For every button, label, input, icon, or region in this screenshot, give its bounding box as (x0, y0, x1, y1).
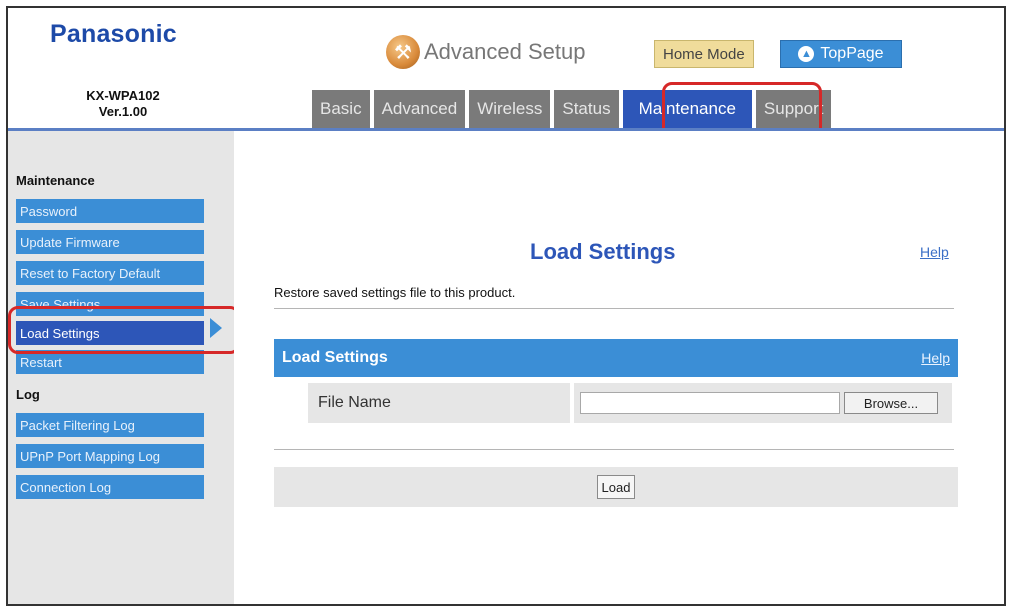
firmware-version: Ver.1.00 (98, 104, 148, 119)
sidebar-item-save-settings[interactable]: Save Settings (16, 292, 204, 316)
tab-support[interactable]: Support (755, 90, 832, 128)
active-item-arrow-icon (210, 318, 222, 338)
model-info: KX-WPA102 Ver.1.00 (68, 88, 178, 120)
sidebar-item-load-settings[interactable]: Load Settings (16, 321, 204, 345)
setup-title: Advanced Setup (424, 39, 586, 64)
sidebar-item-restart[interactable]: Restart (16, 350, 204, 374)
load-button[interactable]: Load (597, 475, 635, 499)
tab-status[interactable]: Status (554, 90, 619, 128)
sidebar-heading-maintenance: Maintenance (16, 173, 95, 188)
browser-frame: Panasonic KX-WPA102 Ver.1.00 ⚒ Advanced … (6, 6, 1006, 606)
tab-basic[interactable]: Basic (312, 90, 370, 128)
sidebar-item-upnp-port-mapping-log[interactable]: UPnP Port Mapping Log (16, 444, 204, 468)
page-description: Restore saved settings file to this prod… (274, 285, 516, 300)
load-action-bar: Load (274, 467, 958, 507)
sidebar-item-reset-factory-default[interactable]: Reset to Factory Default (16, 261, 204, 285)
main-nav-tabs: Basic Advanced Wireless Status Maintenan… (312, 90, 835, 128)
tab-maintenance[interactable]: Maintenance (622, 90, 752, 128)
browse-button[interactable]: Browse... (844, 392, 938, 414)
toppage-label: TopPage (820, 45, 884, 62)
sidebar: Maintenance Password Update Firmware Res… (8, 131, 234, 604)
file-input-cell: Browse... (574, 383, 952, 423)
model-name: KX-WPA102 (86, 88, 160, 103)
divider-top (274, 308, 954, 309)
file-name-input[interactable] (580, 392, 840, 414)
page-title: Load Settings (530, 239, 676, 264)
sidebar-item-password[interactable]: Password (16, 199, 204, 223)
section-header: Load Settings Help (274, 339, 958, 377)
file-name-label: File Name (308, 383, 570, 423)
sidebar-item-connection-log[interactable]: Connection Log (16, 475, 204, 499)
toppage-button[interactable]: ▲ TopPage (780, 40, 902, 68)
divider-bottom (274, 449, 954, 450)
section-title: Load Settings (282, 349, 388, 366)
wrench-icon: ⚒ (386, 35, 420, 69)
sidebar-item-packet-filtering-log[interactable]: Packet Filtering Log (16, 413, 204, 437)
sidebar-heading-log: Log (16, 387, 40, 402)
brand-logo: Panasonic (50, 20, 177, 48)
chevron-up-icon: ▲ (798, 46, 815, 62)
sidebar-item-update-firmware[interactable]: Update Firmware (16, 230, 204, 254)
home-mode-button[interactable]: Home Mode (654, 40, 754, 68)
setup-header: ⚒ Advanced Setup (386, 34, 585, 70)
help-link[interactable]: Help (920, 244, 949, 260)
main-content: Load Settings Help Restore saved setting… (234, 131, 1004, 604)
tab-advanced[interactable]: Advanced (373, 90, 466, 128)
section-help-link[interactable]: Help (921, 350, 950, 366)
tab-wireless[interactable]: Wireless (469, 90, 551, 128)
